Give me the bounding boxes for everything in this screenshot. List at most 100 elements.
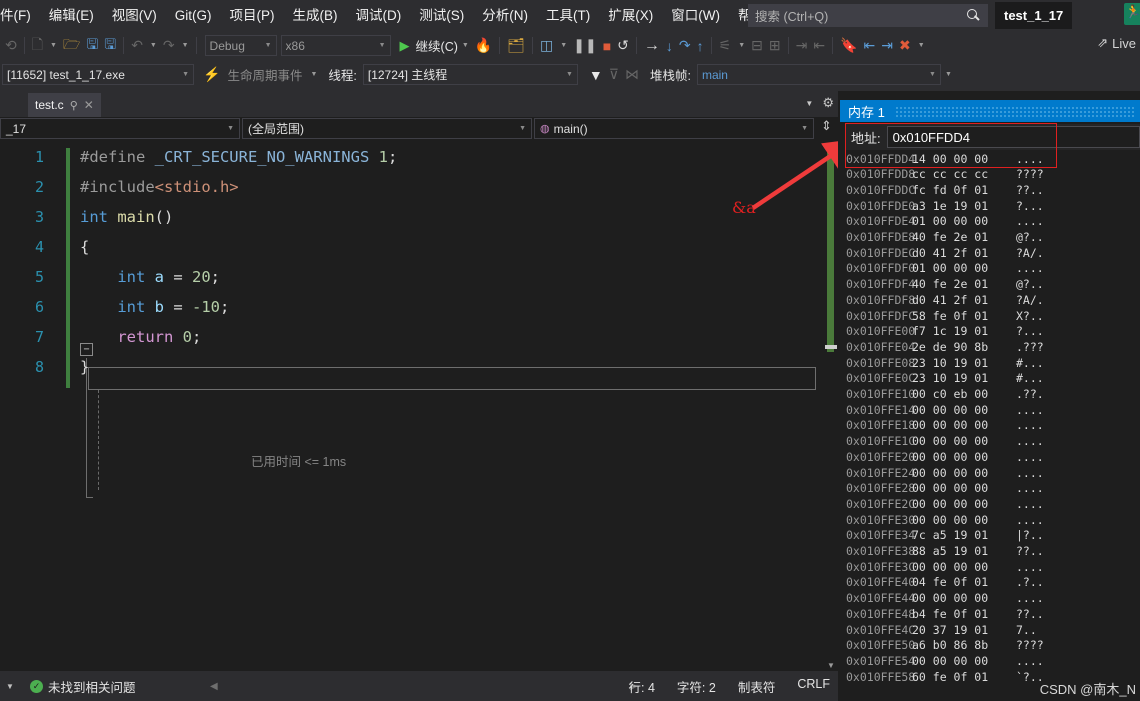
menu-debug[interactable]: 调试(D) (347, 4, 411, 28)
titlebar-drag-handle[interactable] (894, 105, 1136, 117)
memory-row[interactable]: 0x010FFE1C 00 00 00 00.... (838, 434, 1140, 449)
back-navigate-icon[interactable]: ⟲ (2, 34, 20, 58)
memory-row[interactable]: 0x010FFE48 b4 fe 0f 01??.. (838, 606, 1140, 621)
open-file-icon[interactable]: 🗁 (60, 34, 83, 58)
menu-edit[interactable]: 编辑(E) (40, 4, 103, 28)
new-item-dropdown[interactable]: ▼ (46, 34, 60, 58)
uncomment-icon[interactable]: ⊞ (766, 34, 784, 58)
nav-function-scope[interactable]: ◍ main() ▼ (534, 118, 814, 139)
scroll-left-icon[interactable]: ◀ (210, 681, 218, 692)
nav-file-scope[interactable]: _17 ▼ (0, 118, 240, 139)
memory-row[interactable]: 0x010FFE28 00 00 00 00.... (838, 481, 1140, 496)
menu-view[interactable]: 视图(V) (103, 4, 166, 28)
code-line[interactable]: } (80, 358, 89, 376)
memory-row[interactable]: 0x010FFDF4 40 fe 2e 01 @?.. (838, 277, 1140, 292)
memory-row[interactable]: 0x010FFE20 00 00 00 00.... (838, 449, 1140, 464)
continue-button[interactable]: 继续(C) (413, 36, 458, 55)
memory-row[interactable]: 0x010FFDFC 58 fe 0f 01 X?.. (838, 308, 1140, 323)
parallel-stacks-icon[interactable]: ⋈ (622, 63, 642, 87)
redo-icon[interactable]: ↷ (160, 34, 178, 58)
menu-extensions[interactable]: 扩展(X) (599, 4, 662, 28)
memory-row[interactable]: 0x010FFE18 00 00 00 00.... (838, 418, 1140, 433)
code-line[interactable]: #define _CRT_SECURE_NO_WARNINGS 1; (80, 148, 397, 166)
memory-row[interactable]: 0x010FFDD8 cc cc cc cc???? (838, 167, 1140, 182)
pause-icon[interactable]: ❚❚ (570, 34, 599, 58)
memory-row[interactable]: 0x010FFE50 a6 b0 86 8b???? (838, 638, 1140, 653)
stop-icon[interactable]: ■ (600, 34, 614, 58)
lifecycle-icon[interactable]: ⚡ (200, 63, 223, 87)
run-person-icon[interactable] (1124, 3, 1140, 25)
memory-row[interactable]: 0x010FFE24 00 00 00 00.... (838, 465, 1140, 480)
show-next-statement-icon[interactable]: → (641, 34, 663, 58)
next-bookmark-icon[interactable]: ⇥ (878, 34, 896, 58)
problems-status[interactable]: ✓ 未找到相关问题 (30, 677, 136, 696)
memory-row[interactable]: 0x010FFE40 04 fe 0f 01.?.. (838, 575, 1140, 590)
memory-row[interactable]: 0x010FFE34 7c a5 19 01 |?.. (838, 528, 1140, 543)
step-over-icon[interactable]: ↷ (676, 34, 694, 58)
stackframe-combo[interactable]: main ▼ (696, 64, 941, 85)
process-combo[interactable]: [11652] test_1_17.exe ▼ (2, 64, 194, 85)
memory-row[interactable]: 0x010FFE10 00 c0 eb 00.??. (838, 387, 1140, 402)
split-view-icon[interactable]: ⇕ (818, 118, 835, 137)
redo-dropdown[interactable]: ▼ (178, 34, 192, 58)
clear-bookmarks-icon[interactable]: ✖ (896, 34, 914, 58)
decrease-indent-icon[interactable]: ⇥ (793, 34, 811, 58)
menu-file[interactable]: 件(F) (0, 4, 40, 28)
memory-row[interactable]: 0x010FFDE4 01 00 00 00.... (838, 214, 1140, 229)
memory-row[interactable]: 0x010FFE3C 00 00 00 00.... (838, 559, 1140, 574)
breakpoint-window-icon[interactable]: ◫ (537, 34, 556, 58)
memory-row[interactable]: 0x010FFE14 00 00 00 00.... (838, 402, 1140, 417)
code-line[interactable]: return 0; (80, 328, 201, 346)
toolbar-overflow-icon[interactable]: ▼ (914, 34, 928, 58)
save-all-icon[interactable]: 🖫 (101, 34, 119, 58)
diagnostics-icon[interactable]: ⚟ (716, 34, 735, 58)
undo-dropdown[interactable]: ▼ (146, 34, 160, 58)
bookmark-icon[interactable]: 🔖 (837, 34, 860, 58)
menu-tools[interactable]: 工具(T) (537, 4, 599, 28)
attach-icon[interactable]: 🗂 (504, 34, 528, 58)
solution-config-combo[interactable]: Debug ▼ (204, 35, 277, 56)
step-into-icon[interactable]: ↓ (663, 34, 676, 58)
close-icon[interactable]: ✕ (84, 98, 94, 112)
increase-indent-icon[interactable]: ⇤ (810, 34, 828, 58)
restart-icon[interactable]: ↺ (614, 34, 632, 58)
undo-icon[interactable]: ↶ (128, 34, 146, 58)
filter-threads-icon[interactable]: ⊽ (606, 63, 622, 87)
memory-row[interactable]: 0x010FFE0C 23 10 19 01 #... (838, 371, 1140, 386)
code-line[interactable]: int b = -10; (80, 298, 229, 316)
save-icon[interactable]: 🖫 (83, 34, 101, 58)
step-out-icon[interactable]: ↑ (694, 34, 707, 58)
project-chip[interactable]: test_1_17 (995, 2, 1073, 29)
menu-test[interactable]: 测试(S) (410, 4, 473, 28)
lifecycle-events-label[interactable]: 生命周期事件 (223, 65, 306, 84)
debugbar-overflow-icon[interactable]: ▼ (941, 63, 955, 87)
memory-row[interactable]: 0x010FFDEC d0 41 2f 01 ?A/. (838, 245, 1140, 260)
chevron-down-icon[interactable]: ▼ (805, 99, 813, 108)
memory-row[interactable]: 0x010FFDE0 a3 1e 19 01?... (838, 198, 1140, 213)
memory-dump-rows[interactable]: 0x010FFDD4 14 00 00 00.... 0x010FFDD8 cc cc… (838, 151, 1140, 701)
editor-vertical-scrollbar[interactable]: ▲ ▼ (824, 140, 838, 671)
scroll-down-icon[interactable]: ▼ (826, 661, 836, 670)
prev-bookmark-icon[interactable]: ⇤ (861, 34, 879, 58)
memory-window-title-bar[interactable]: 内存 1 (840, 100, 1140, 122)
memory-row[interactable]: 0x010FFE2C 00 00 00 00.... (838, 496, 1140, 511)
menu-analyze[interactable]: 分析(N) (473, 4, 537, 28)
memory-row[interactable]: 0x010FFE38 88 a5 19 01??.. (838, 544, 1140, 559)
memory-row[interactable]: 0x010FFDF0 01 00 00 00.... (838, 261, 1140, 276)
memory-row[interactable]: 0x010FFE04 2e de 90 8b.??? (838, 339, 1140, 354)
continue-dropdown[interactable]: ▼ (458, 34, 472, 58)
thread-combo[interactable]: [12724] 主线程 ▼ (362, 64, 578, 85)
code-line[interactable]: #include<stdio.h> (80, 178, 239, 196)
memory-row[interactable]: 0x010FFDF8 d0 41 2f 01 ?A/. (838, 292, 1140, 307)
search-input[interactable]: 搜索 (Ctrl+Q) (748, 4, 988, 27)
code-text-area[interactable]: 12345678 − #define _CRT_SECURE_NO_WARNIN… (0, 140, 838, 671)
memory-row[interactable]: 0x010FFE00 f7 1c 19 01?... (838, 324, 1140, 339)
code-line[interactable]: int a = 20; (80, 268, 220, 286)
filter-icon[interactable]: ▼ (586, 63, 606, 87)
menu-window[interactable]: 窗口(W) (662, 4, 729, 28)
hot-reload-icon[interactable]: 🔥 (472, 34, 495, 58)
memory-row[interactable]: 0x010FFE30 00 00 00 00.... (838, 512, 1140, 527)
memory-row[interactable]: 0x010FFDDC fc fd 0f 01??.. (838, 182, 1140, 197)
solution-platform-combo[interactable]: x86 ▼ (280, 35, 391, 56)
memory-row[interactable]: 0x010FFE4C 20 37 19 01 7.. (838, 622, 1140, 637)
